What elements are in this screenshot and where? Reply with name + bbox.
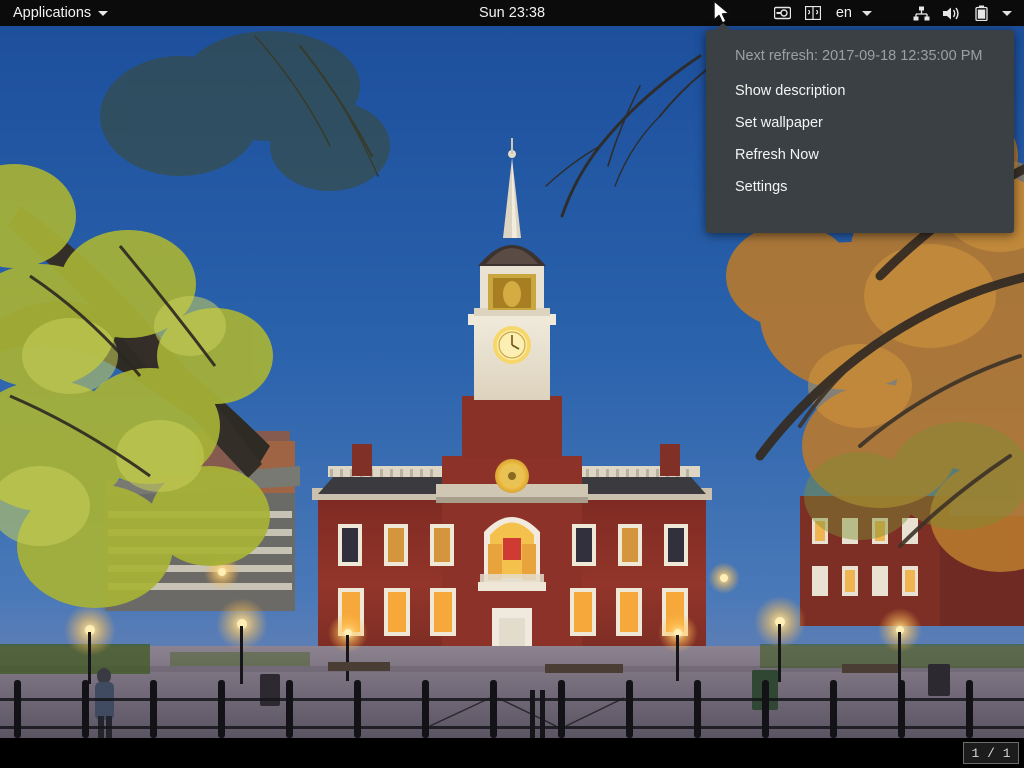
menu-item-settings[interactable]: Settings	[706, 171, 1014, 203]
menu-item-refresh-now[interactable]: Refresh Now	[706, 139, 1014, 171]
system-tray: en	[768, 0, 1024, 26]
chevron-down-icon	[98, 11, 108, 16]
system-menu-chevron-down-icon[interactable]	[996, 0, 1018, 26]
clock-label: Sun 23:38	[479, 5, 545, 21]
language-chevron-down-icon[interactable]	[856, 0, 878, 26]
wallpaper-tray-menu: Next refresh: 2017-09-18 12:35:00 PM Sho…	[706, 30, 1014, 233]
panel-left-section: Applications	[0, 0, 112, 26]
desktop-screen: Applications Sun 23:38	[0, 0, 1024, 768]
menu-item-set-wallpaper[interactable]: Set wallpaper	[706, 107, 1014, 139]
network-icon[interactable]	[906, 0, 936, 26]
next-refresh-status: Next refresh: 2017-09-18 12:35:00 PM	[706, 40, 1014, 72]
top-panel: Applications Sun 23:38	[0, 0, 1024, 26]
applications-menu-label: Applications	[13, 5, 91, 21]
dictionary-icon[interactable]	[798, 0, 828, 26]
battery-icon[interactable]	[966, 0, 996, 26]
volume-icon[interactable]	[936, 0, 966, 26]
wallpaper-camera-icon[interactable]	[768, 0, 798, 26]
applications-menu-button[interactable]: Applications	[9, 0, 112, 26]
menu-item-show-description[interactable]: Show description	[706, 75, 1014, 107]
bottom-panel: 1 / 1	[0, 738, 1024, 768]
language-indicator[interactable]: en	[828, 5, 856, 21]
workspace-switcher[interactable]: 1 / 1	[963, 742, 1019, 764]
